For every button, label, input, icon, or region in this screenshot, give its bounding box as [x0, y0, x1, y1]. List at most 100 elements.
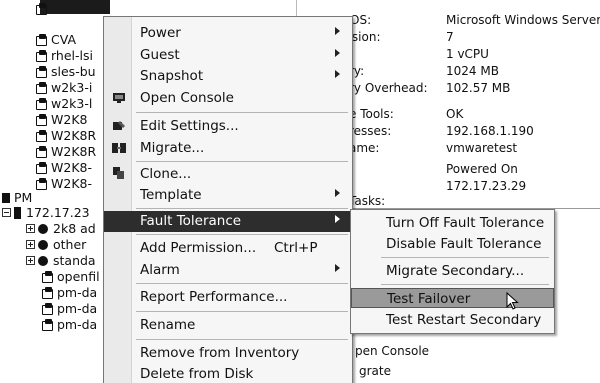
menu-item-guest[interactable]: Guest — [104, 45, 352, 66]
tree-item-label: pm-da — [57, 301, 98, 316]
tree-item-label: openfil — [57, 269, 100, 284]
menu-item-label: Alarm — [140, 262, 180, 278]
mouse-cursor-icon — [506, 292, 519, 310]
menu-separator — [136, 339, 348, 340]
menu-item-template[interactable]: Template — [104, 185, 352, 206]
expand-icon[interactable] — [26, 256, 35, 265]
tree-item-label: PM — [14, 190, 33, 205]
menu-item-power[interactable]: Power — [104, 23, 352, 44]
tree-item-vm[interactable]: W2K8- — [36, 159, 92, 176]
guest-os-value: Microsoft Windows Server — [446, 13, 600, 27]
tree-item-vm[interactable]: rhel-lsi — [36, 47, 93, 64]
vm-icon — [36, 113, 47, 126]
menu-item-label: Migrate Secondary... — [386, 263, 525, 279]
submenu-arrow-icon — [335, 264, 340, 272]
menu-item-label: Migrate... — [140, 140, 205, 156]
resource-pool-icon — [38, 223, 48, 234]
vm-icon — [36, 33, 47, 46]
vm-version-value: 7 — [446, 30, 454, 44]
tree-item-vm[interactable]: w2k3-i — [36, 79, 92, 96]
menu-item-label: Template — [140, 187, 202, 203]
menu-item-snapshot[interactable]: Snapshot — [104, 66, 352, 87]
submenu-arrow-icon — [335, 27, 340, 35]
menu-item-label: Rename — [140, 317, 196, 333]
menu-item-open-console[interactable]: Open Console — [104, 88, 352, 109]
tree-item-label: 2k8 ad — [53, 221, 96, 236]
command-migrate[interactable]: grate — [359, 364, 391, 378]
tree-item-label: other — [53, 237, 87, 252]
expand-icon[interactable] — [26, 240, 35, 249]
menu-item-label: Test Restart Secondary — [386, 312, 542, 328]
vm-icon — [36, 97, 47, 110]
tree-item-vm[interactable]: pm-da — [42, 300, 97, 317]
tree-item-vm[interactable]: W2K8R — [36, 143, 96, 160]
tree-item-vm[interactable]: W2K8R — [36, 127, 96, 144]
tree-item-host[interactable]: 172.17.23 — [2, 204, 90, 221]
menu-item-fault-tolerance[interactable]: Fault Tolerance — [104, 211, 352, 232]
tree-item-label: pm-da — [57, 285, 98, 300]
tasks-label: Tasks: — [349, 194, 386, 208]
submenu-item-migrate-secondary[interactable]: Migrate Secondary... — [351, 261, 554, 281]
tree-item-resource-pool[interactable]: 2k8 ad — [26, 220, 96, 237]
tree-item-label: standa — [53, 253, 96, 268]
tree-item-vm[interactable]: W2K8 — [36, 111, 87, 128]
tree-item-label: w2k3-l — [51, 96, 93, 111]
vm-icon — [36, 161, 47, 174]
menu-item-add-permission[interactable]: Add Permission... Ctrl+P — [104, 238, 352, 259]
tree-item-label: W2K8- — [51, 160, 92, 175]
ip-addresses-value: 192.168.1.190 — [446, 124, 534, 138]
tree-item-resource-pool[interactable]: other — [26, 236, 86, 253]
tree-item-vm[interactable]: pm-da — [42, 284, 97, 301]
menu-separator — [136, 311, 348, 312]
tree-item-label: pm-da — [57, 317, 98, 332]
tree-item-label: 172.17.23 — [26, 205, 90, 220]
ip-addresses-label: resses: — [349, 124, 392, 138]
menu-separator — [136, 161, 348, 162]
menu-separator — [381, 284, 549, 285]
submenu-arrow-icon — [335, 189, 340, 197]
tree-item-label: W2K8- — [51, 176, 92, 191]
menu-item-label: Guest — [140, 47, 180, 63]
tree-item-vm[interactable]: sles-bu — [36, 63, 96, 80]
vm-icon — [36, 49, 47, 62]
menu-separator — [381, 257, 549, 258]
menu-item-clone[interactable]: Clone... — [104, 164, 352, 185]
menu-item-label: Delete from Disk — [140, 366, 254, 382]
submenu-item-test-restart-secondary[interactable]: Test Restart Secondary — [351, 310, 554, 330]
menu-item-edit-settings[interactable]: Edit Settings... — [104, 116, 352, 137]
datacenter-icon — [2, 192, 10, 203]
tree-item-vm[interactable] — [36, 0, 51, 17]
menu-item-migrate[interactable]: Migrate... — [104, 138, 352, 159]
tree-item-vm[interactable]: CVA — [36, 31, 76, 48]
migrate-icon — [112, 143, 126, 153]
tree-item-label: w2k3-i — [51, 80, 93, 95]
tree-item-resource-pool[interactable]: standa — [26, 252, 96, 269]
tree-item-label: CVA — [51, 32, 77, 47]
submenu-item-test-failover[interactable]: Test Failover — [351, 288, 554, 308]
vm-icon — [36, 81, 47, 94]
menu-item-remove-from-inventory[interactable]: Remove from Inventory — [104, 343, 352, 364]
tree-item-vm[interactable]: W2K8- — [36, 175, 92, 192]
vm-icon — [42, 286, 53, 299]
cpu-value: 1 vCPU — [446, 47, 489, 61]
menu-item-delete-from-disk[interactable]: Delete from Disk — [104, 364, 352, 383]
tree-item-vm[interactable]: w2k3-l — [36, 95, 92, 112]
submenu-item-disable-fault-tolerance[interactable]: Disable Fault Tolerance — [351, 234, 554, 254]
menu-item-report-performance[interactable]: Report Performance... — [104, 287, 352, 308]
memory-value: 1024 MB — [446, 64, 499, 78]
tree-item-vm[interactable]: pm-da — [42, 316, 97, 333]
menu-item-alarm[interactable]: Alarm — [104, 260, 352, 281]
menu-item-label: Open Console — [140, 90, 234, 106]
vm-icon — [42, 318, 53, 331]
submenu-item-turn-off-fault-tolerance[interactable]: Turn Off Fault Tolerance — [351, 213, 554, 233]
menu-item-rename[interactable]: Rename — [104, 315, 352, 336]
command-open-console[interactable]: pen Console — [355, 344, 429, 358]
collapse-icon[interactable] — [2, 208, 11, 217]
console-icon — [113, 93, 125, 103]
tree-item-vm[interactable]: openfil — [42, 268, 100, 285]
tree-item-label: rhel-lsi — [51, 48, 93, 63]
expand-icon[interactable] — [26, 224, 35, 233]
memory-overhead-label: ry Overhead: — [349, 81, 428, 95]
menu-item-label: Disable Fault Tolerance — [386, 236, 542, 252]
menu-item-label: Remove from Inventory — [140, 345, 300, 361]
